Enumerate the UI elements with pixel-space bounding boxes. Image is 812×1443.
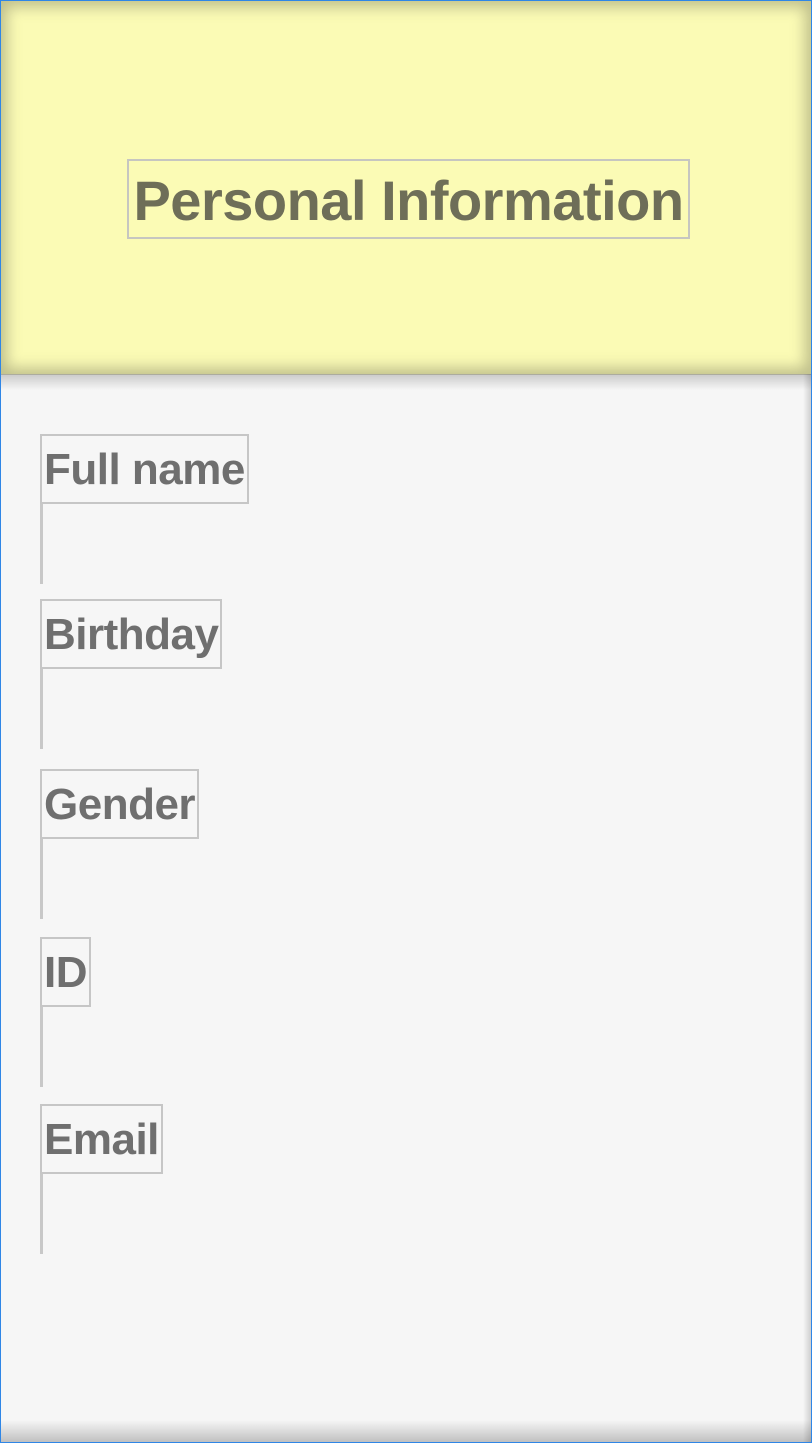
email-label: Email [40, 1104, 163, 1174]
bottom-edge-shadow [1, 1420, 811, 1442]
full-name-label: Full name [40, 434, 249, 504]
birthday-input-line[interactable] [40, 669, 43, 749]
right-edge-shadow [803, 374, 811, 1442]
id-field[interactable]: ID [40, 937, 91, 1087]
full-name-field[interactable]: Full name [40, 434, 249, 584]
id-input-line[interactable] [40, 1007, 43, 1087]
birthday-label: Birthday [40, 599, 223, 669]
birthday-field[interactable]: Birthday [40, 599, 223, 749]
app-window: Personal Information Full name Birthday … [0, 0, 812, 1443]
email-input-line[interactable] [40, 1174, 43, 1254]
header-banner: Personal Information [1, 1, 811, 375]
id-label: ID [40, 937, 91, 1007]
gender-label: Gender [40, 769, 200, 839]
header-shadow [1, 374, 811, 390]
gender-field[interactable]: Gender [40, 769, 200, 919]
email-field[interactable]: Email [40, 1104, 163, 1254]
gender-input-line[interactable] [40, 839, 43, 919]
full-name-input-line[interactable] [40, 504, 43, 584]
page-title: Personal Information [127, 159, 690, 239]
